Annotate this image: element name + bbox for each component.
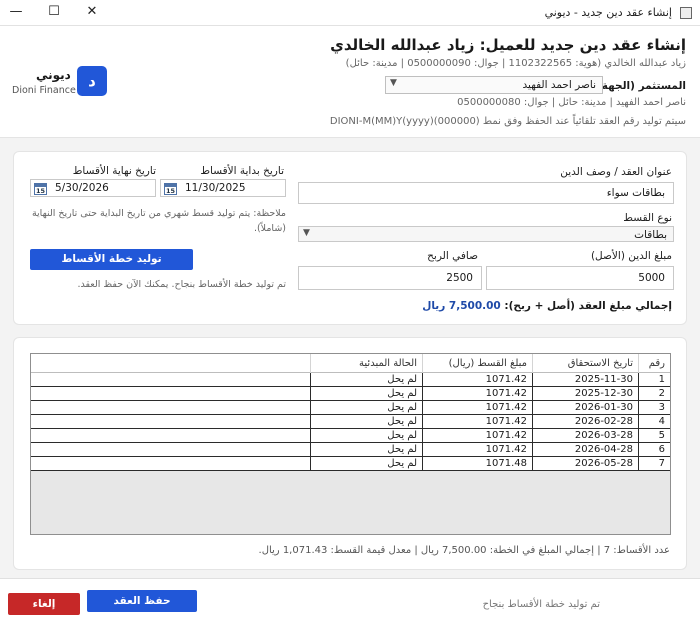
column-header-due-date[interactable]: تاريخ الاستحقاق <box>532 354 638 373</box>
cell-amount: 1071.42 <box>422 401 532 414</box>
save-contract-button[interactable]: حفظ العقد <box>87 590 197 612</box>
cell-status: لم يحل <box>310 415 422 428</box>
app-icon <box>680 7 692 19</box>
cell-amount: 1071.42 <box>422 415 532 428</box>
cell-amount: 1071.42 <box>422 429 532 442</box>
generated-note: تم توليد خطة الأقساط بنجاح. يمكنك الآن ح… <box>77 279 286 290</box>
cell-due-date: 2026-04-28 <box>532 443 638 456</box>
end-date-label: تاريخ نهاية الأقساط <box>72 165 156 177</box>
cell-due-date: 2025-12-30 <box>532 387 638 400</box>
cell-number: 5 <box>638 429 670 442</box>
window-title: إنشاء عقد دين جديد - ديوني <box>544 6 672 19</box>
cell-status: لم يحل <box>310 429 422 442</box>
contract-form: عنوان العقد / وصف الدين بطاقات سواء نوع … <box>13 151 687 325</box>
cancel-button[interactable]: إلغاء <box>8 593 80 615</box>
footer-bar: حفظ العقد إلغاء تم توليد خطة الأقساط بنج… <box>0 578 700 628</box>
table-row[interactable]: 6 2026-04-28 1071.42 لم يحل <box>31 443 670 457</box>
cell-number: 3 <box>638 401 670 414</box>
column-header-amount[interactable]: مبلغ القسط (ريال) <box>422 354 532 373</box>
principal-input[interactable]: 5000 <box>486 266 674 290</box>
table-row[interactable]: 2 2025-12-30 1071.42 لم يحل <box>31 387 670 401</box>
table-row[interactable]: 7 2026-05-28 1071.48 لم يحل <box>31 457 670 471</box>
installment-type-value: بطاقات <box>634 229 667 241</box>
cell-due-date: 2025-11-30 <box>532 373 638 386</box>
schedule-note: ملاحظة: يتم توليد قسط شهري من تاريخ البد… <box>31 208 286 234</box>
brand-name-ar: ديوني <box>36 68 71 82</box>
column-header-status[interactable]: الحالة المبدئية <box>310 354 422 373</box>
cell-status: لم يحل <box>310 373 422 386</box>
total-label: إجمالي مبلغ العقد (أصل + ربح): <box>504 300 672 312</box>
chevron-down-icon: ▼ <box>303 228 310 238</box>
end-date-picker[interactable]: 15 5/30/2026 <box>30 179 156 197</box>
cell-status: لم يحل <box>310 457 422 470</box>
profit-label: صافي الربح <box>427 250 478 262</box>
table-row[interactable]: 3 2026-01-30 1071.42 لم يحل <box>31 401 670 415</box>
table-row[interactable]: 4 2026-02-28 1071.42 لم يحل <box>31 415 670 429</box>
contract-total: إجمالي مبلغ العقد (أصل + ربح): 7,500.00 … <box>422 300 672 312</box>
start-date-value: 11/30/2025 <box>185 182 246 194</box>
cell-amount: 1071.48 <box>422 457 532 470</box>
principal-label: مبلغ الدين (الأصل) <box>590 250 672 262</box>
customer-info: زياد عبدالله الخالدي (هوية: 1102322565 |… <box>345 58 686 69</box>
cell-due-date: 2026-02-28 <box>532 415 638 428</box>
start-date-picker[interactable]: 15 11/30/2025 <box>160 179 286 197</box>
contract-title-input[interactable]: بطاقات سواء <box>298 182 674 204</box>
cell-amount: 1071.42 <box>422 443 532 456</box>
header-panel: إنشاء عقد دين جديد للعميل: زياد عبدالله … <box>0 26 700 138</box>
cell-due-date: 2026-05-28 <box>532 457 638 470</box>
cell-due-date: 2026-03-28 <box>532 429 638 442</box>
cell-number: 6 <box>638 443 670 456</box>
contract-title-label: عنوان العقد / وصف الدين <box>560 166 672 178</box>
generate-schedule-button[interactable]: توليد خطة الأقساط <box>30 249 193 270</box>
investor-value: ناصر احمد الفهيد <box>522 79 596 91</box>
close-button[interactable]: ✕ <box>82 3 102 21</box>
minimize-button[interactable]: — <box>6 3 26 21</box>
column-header-number[interactable]: رقم <box>638 354 670 373</box>
table-row[interactable]: 5 2026-03-28 1071.42 لم يحل <box>31 429 670 443</box>
logo-icon: د <box>77 66 107 96</box>
start-date-label: تاريخ بداية الأقساط <box>200 165 284 177</box>
cell-status: لم يحل <box>310 443 422 456</box>
contract-title-value: بطاقات سواء <box>606 187 665 199</box>
calendar-icon[interactable]: 15 <box>34 183 47 195</box>
cell-number: 4 <box>638 415 670 428</box>
page-title: إنشاء عقد دين جديد للعميل: زياد عبدالله … <box>330 36 686 54</box>
schedule-summary: عدد الأقساط: 7 | إجمالي المبلغ في الخطة:… <box>258 545 670 556</box>
window-titlebar: إنشاء عقد دين جديد - ديوني — ☐ ✕ <box>0 0 700 26</box>
total-value: 7,500.00 ريال <box>422 300 501 312</box>
end-date-value: 5/30/2026 <box>55 182 109 194</box>
cell-number: 7 <box>638 457 670 470</box>
principal-value: 5000 <box>638 272 665 284</box>
cell-number: 1 <box>638 373 670 386</box>
table-row[interactable]: 1 2025-11-30 1071.42 لم يحل <box>31 373 670 387</box>
maximize-button[interactable]: ☐ <box>44 3 64 21</box>
profit-value: 2500 <box>446 272 473 284</box>
auto-number-note: سيتم توليد رقم العقد تلقائياً عند الحفظ … <box>329 116 686 127</box>
cell-status: لم يحل <box>310 401 422 414</box>
calendar-icon[interactable]: 15 <box>164 183 177 195</box>
cell-number: 2 <box>638 387 670 400</box>
installment-type-label: نوع القسط <box>623 212 672 224</box>
cell-due-date: 2026-01-30 <box>532 401 638 414</box>
table-header: رقم تاريخ الاستحقاق مبلغ القسط (ريال) ال… <box>31 354 670 373</box>
investor-details: ناصر احمد الفهيد | مدينة: حائل | جوال: 0… <box>457 97 686 108</box>
chevron-down-icon: ▼ <box>390 78 397 88</box>
schedule-table[interactable]: رقم تاريخ الاستحقاق مبلغ القسط (ريال) ال… <box>30 353 671 535</box>
cell-status: لم يحل <box>310 387 422 400</box>
profit-input[interactable]: 2500 <box>298 266 482 290</box>
cell-amount: 1071.42 <box>422 373 532 386</box>
brand-name-en: Dioni Finance <box>12 85 76 96</box>
installment-type-select[interactable]: بطاقات ▼ <box>298 226 674 242</box>
cell-amount: 1071.42 <box>422 387 532 400</box>
schedule-card: رقم تاريخ الاستحقاق مبلغ القسط (ريال) ال… <box>13 337 687 570</box>
investor-select[interactable]: ناصر احمد الفهيد ▼ <box>385 76 603 94</box>
status-text: تم توليد خطة الأقساط بنجاح <box>482 599 600 610</box>
